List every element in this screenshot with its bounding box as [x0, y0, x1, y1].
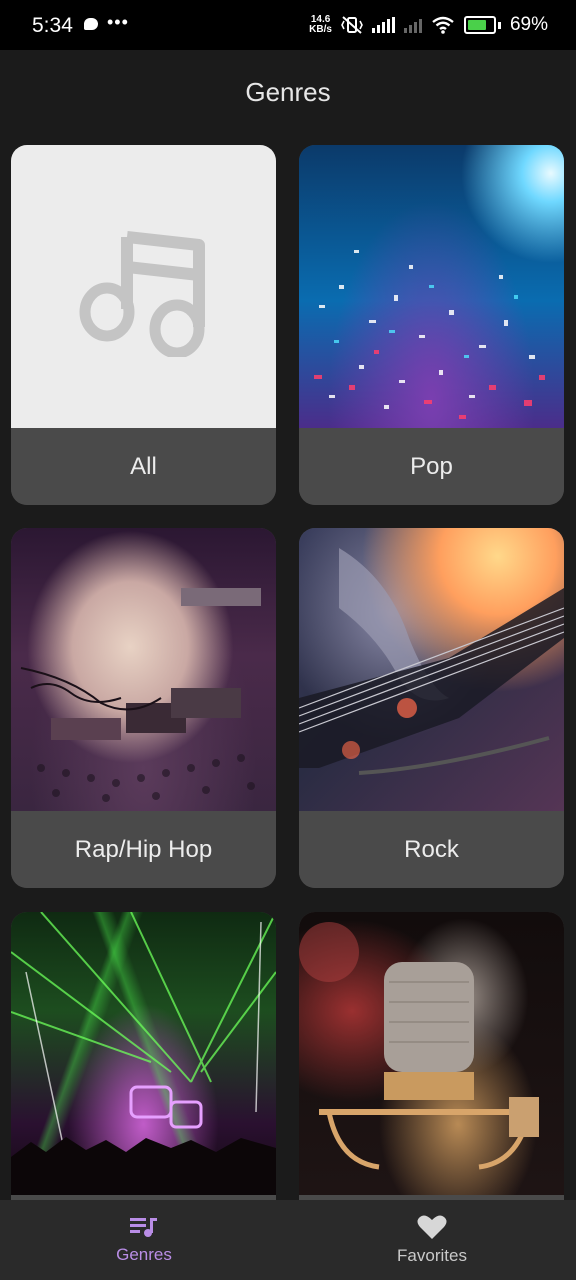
nav-tab-genres[interactable]: Genres — [0, 1200, 288, 1280]
battery-charging-icon — [463, 16, 496, 34]
page-title: Genres — [245, 76, 331, 107]
status-time: 5:34 — [32, 14, 73, 37]
pop-image — [299, 145, 564, 428]
genre-card-pop[interactable]: Pop — [299, 145, 564, 505]
net-speed-unit: KB/s — [309, 24, 332, 35]
signal-icon — [371, 17, 395, 33]
genre-label: Rock — [299, 811, 564, 888]
bottom-nav: Genres Favorites — [0, 1200, 576, 1280]
battery-percent: 69% — [509, 14, 548, 35]
status-right: 14.6 KB/s 69% — [309, 14, 548, 36]
playlist-icon — [130, 1218, 157, 1237]
status-bar: 5:34 ••• 14.6 KB/s 69% — [0, 0, 576, 50]
rap-hip-hop-image — [11, 528, 276, 811]
battery-cap — [497, 21, 501, 29]
music-note-icon — [11, 145, 276, 428]
signal-icon-2 — [403, 17, 422, 33]
genre-card-mic[interactable] — [299, 912, 564, 1200]
message-icon — [84, 18, 98, 30]
genre-card-edm[interactable] — [11, 912, 276, 1200]
heart-icon — [417, 1215, 447, 1239]
nav-label-genres: Genres — [116, 1245, 172, 1264]
wifi-icon — [432, 16, 454, 34]
genre-grid: All Pop Rap/Hip Hop Rock — [0, 145, 576, 1200]
nav-tab-favorites[interactable]: Favorites — [288, 1200, 576, 1280]
laser-show-image — [11, 912, 276, 1195]
genre-card-all[interactable]: All — [11, 145, 276, 505]
genre-label: Pop — [299, 428, 564, 505]
nav-label-favorites: Favorites — [397, 1246, 467, 1265]
genre-label: All — [11, 428, 276, 505]
genre-label: Rap/Hip Hop — [11, 811, 276, 888]
header: Genres — [0, 50, 576, 134]
more-dots-icon: ••• — [107, 12, 129, 32]
net-speed: 14.6 KB/s — [309, 15, 332, 35]
genre-card-rock[interactable]: Rock — [299, 528, 564, 888]
microphone-image — [299, 912, 564, 1195]
vibrate-off-icon — [341, 16, 363, 34]
rock-image — [299, 528, 564, 811]
genre-card-rap-hip-hop[interactable]: Rap/Hip Hop — [11, 528, 276, 888]
